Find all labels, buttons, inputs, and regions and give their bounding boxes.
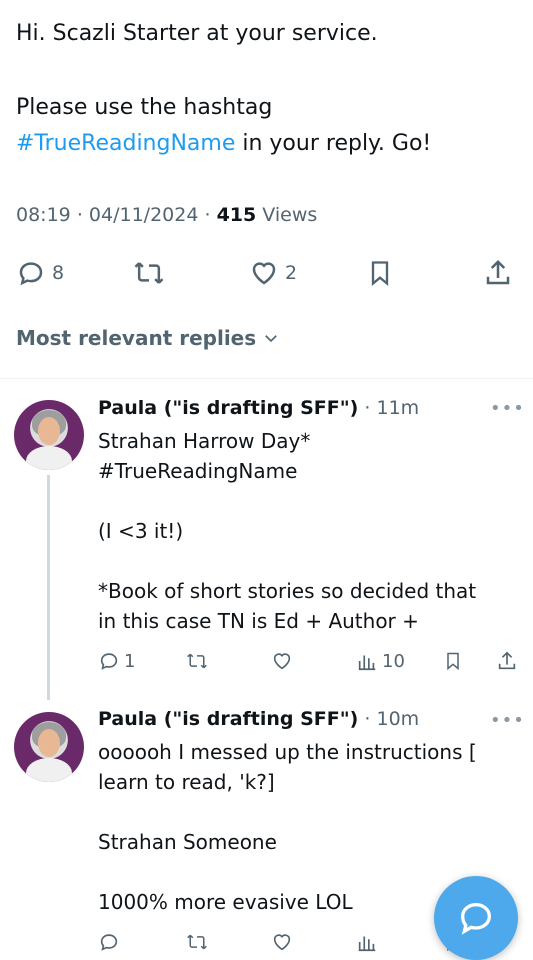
reply-line: 1000% more evasive LOL	[98, 890, 353, 914]
share-button[interactable]	[483, 258, 513, 288]
reply-icon	[100, 653, 118, 670]
retweet-button[interactable]	[186, 650, 208, 672]
tweet-date: 04/11/2024	[88, 204, 199, 226]
hashtag-link[interactable]: #TrueReadingName	[98, 456, 297, 486]
like-button[interactable]	[271, 931, 293, 953]
reply-line: in this case TN is Ed + Author +	[98, 609, 419, 633]
reply-line: oooooh I messed up the instructions [	[98, 740, 477, 764]
reply-icon	[100, 934, 118, 951]
like-icon	[273, 934, 291, 951]
bookmark-button[interactable]	[443, 650, 463, 672]
views-button[interactable]	[356, 931, 378, 953]
like-button[interactable]: 2	[249, 258, 297, 288]
reply-count: 8	[52, 262, 65, 284]
views-count: 10	[382, 650, 405, 672]
reply-line: *Book of short stories so decided that	[98, 579, 477, 603]
reply-icon	[19, 262, 43, 286]
views-label: Views	[256, 204, 318, 226]
views-button[interactable]: 10	[356, 650, 405, 672]
reply-line: (I <3 it!)	[98, 519, 184, 543]
views-icon	[358, 936, 376, 952]
like-button[interactable]	[271, 650, 293, 672]
share-button[interactable]	[496, 650, 518, 672]
divider	[0, 378, 533, 379]
tweet-line-1: Hi. Scazli Starter at your service.	[16, 21, 378, 46]
retweet-button[interactable]	[133, 258, 165, 288]
more-icon[interactable]: •••	[490, 710, 525, 731]
share-icon	[498, 651, 516, 670]
like-icon	[252, 262, 276, 285]
more-icon[interactable]: •••	[490, 398, 525, 419]
reply-line: learn to read, 'k?]	[98, 770, 275, 794]
reply-time[interactable]: · 10m	[364, 708, 419, 730]
sort-replies-dropdown[interactable]: Most relevant replies	[16, 326, 280, 350]
reply-count: 1	[124, 650, 136, 672]
compose-reply-button[interactable]	[434, 876, 518, 960]
compose-icon	[460, 902, 492, 935]
reply-author-name[interactable]: Paula ("is drafting SFF")	[98, 708, 358, 730]
bookmark-icon	[371, 261, 389, 286]
reply-header: Paula ("is drafting SFF") · 11m	[98, 397, 419, 419]
tweet-line-2: Please use the hashtag	[16, 95, 273, 120]
reply-button[interactable]	[98, 931, 120, 953]
hashtag-link[interactable]: #TrueReadingName	[16, 131, 235, 156]
reply-header: Paula ("is drafting SFF") · 10m	[98, 708, 419, 730]
like-icon	[273, 653, 291, 670]
tweet-line-3-suffix: in your reply. Go!	[235, 131, 432, 156]
views-count: 415	[216, 204, 257, 226]
sort-label: Most relevant replies	[16, 326, 257, 350]
avatar[interactable]	[14, 400, 84, 470]
bookmark-icon	[447, 652, 459, 671]
retweet-button[interactable]	[186, 931, 208, 953]
retweet-icon	[187, 653, 207, 669]
tweet-time: 08:19	[16, 204, 71, 226]
reply-button[interactable]: 8	[16, 258, 64, 288]
share-icon	[486, 259, 510, 285]
retweet-icon	[134, 262, 164, 284]
tweet-line-3: #TrueReadingName in your reply. Go!	[16, 126, 431, 162]
views-icon	[358, 655, 376, 671]
reply-line: Strahan Harrow Day*	[98, 429, 311, 453]
thread-line	[47, 475, 50, 700]
retweet-icon	[187, 934, 207, 950]
reply-author-name[interactable]: Paula ("is drafting SFF")	[98, 397, 358, 419]
reply-time[interactable]: · 11m	[364, 397, 419, 419]
chevron-down-icon	[265, 335, 277, 343]
tweet-meta: 08:19 · 04/11/2024 · 415 Views	[16, 204, 318, 226]
reply-line: Strahan Someone	[98, 830, 277, 854]
avatar[interactable]	[14, 712, 84, 782]
like-count: 2	[285, 262, 298, 284]
reply-button[interactable]: 1	[98, 650, 135, 672]
bookmark-button[interactable]	[366, 258, 394, 288]
